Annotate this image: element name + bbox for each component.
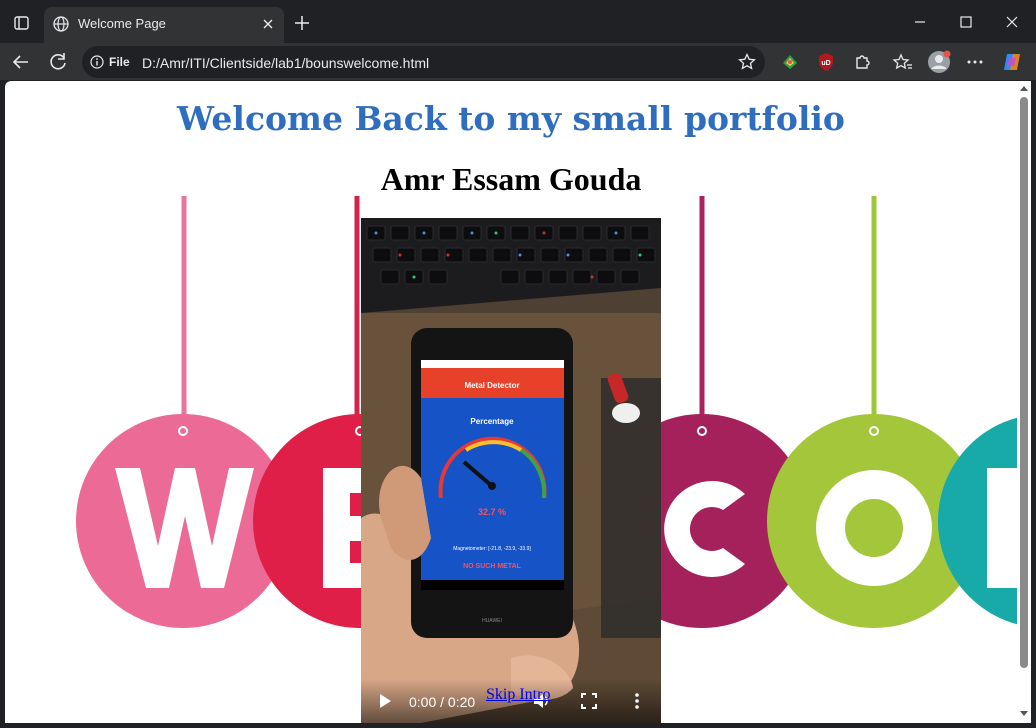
fullscreen-icon[interactable] [581, 693, 597, 714]
site-info-icon[interactable] [90, 55, 104, 69]
phone-screen-status: NO SUCH METAL [463, 563, 522, 570]
page-heading: Welcome Back to my small portfolio [177, 99, 845, 138]
phone-screen-title: Metal Detector [464, 381, 519, 390]
phone-screen-readout: Magnetometer: [-21.8, -23.9, -33.9] [453, 546, 531, 552]
scroll-up-icon[interactable] [1020, 85, 1028, 93]
play-icon[interactable] [377, 693, 393, 714]
scroll-down-icon[interactable] [1020, 709, 1028, 717]
phone-screen-label: Percentage [470, 417, 514, 426]
page-viewport: Welcome Back to my small portfolio Amr E… [5, 81, 1017, 723]
scrollbar-thumb[interactable] [1020, 97, 1028, 668]
ublock-icon[interactable]: uD [813, 49, 839, 75]
reload-icon[interactable] [45, 49, 71, 75]
video-frame: Metal Detector Percentage 32.7 % Magneto… [361, 218, 661, 723]
close-window-icon[interactable] [1000, 10, 1024, 34]
intro-video[interactable]: Metal Detector Percentage 32.7 % Magneto… [361, 218, 661, 723]
close-tab-icon[interactable] [258, 14, 278, 34]
browser-toolbar: File D:/Amr/ITI/Clientside/lab1/bounswel… [0, 43, 1036, 80]
phone-screen-value: 32.7 % [478, 507, 506, 517]
active-tab[interactable]: Welcome Page [44, 7, 284, 43]
url-scheme: File [109, 55, 130, 69]
svg-text:uD: uD [821, 60, 830, 67]
maximize-icon[interactable] [954, 10, 978, 34]
page-scrollbar[interactable] [1017, 81, 1031, 723]
skip-intro-link[interactable]: Skip Intro [486, 686, 550, 704]
tab-actions-icon[interactable] [8, 10, 34, 36]
video-menu-icon[interactable] [629, 692, 645, 715]
tab-strip: Welcome Page [0, 0, 1036, 43]
tab-title: Welcome Page [78, 16, 166, 31]
new-tab-icon[interactable] [291, 12, 313, 34]
author-name: Amr Essam Gouda [380, 161, 642, 197]
favorite-star-icon[interactable] [737, 52, 757, 72]
profile-avatar[interactable] [926, 49, 952, 75]
extensions-puzzle-icon[interactable] [849, 49, 875, 75]
color-extension-icon[interactable] [777, 49, 803, 75]
address-bar[interactable]: File D:/Amr/ITI/Clientside/lab1/bounswel… [82, 46, 765, 78]
minimize-icon[interactable] [908, 10, 932, 34]
favorites-icon[interactable] [890, 49, 916, 75]
more-options-icon[interactable] [962, 49, 988, 75]
phone-brand: HUAWEI [482, 618, 502, 624]
url-text[interactable]: D:/Amr/ITI/Clientside/lab1/bounswelcome.… [142, 55, 429, 71]
globe-icon [52, 15, 70, 33]
video-time: 0:00 / 0:20 [409, 694, 476, 710]
back-arrow-icon[interactable] [8, 49, 34, 75]
copilot-icon[interactable] [999, 49, 1025, 75]
